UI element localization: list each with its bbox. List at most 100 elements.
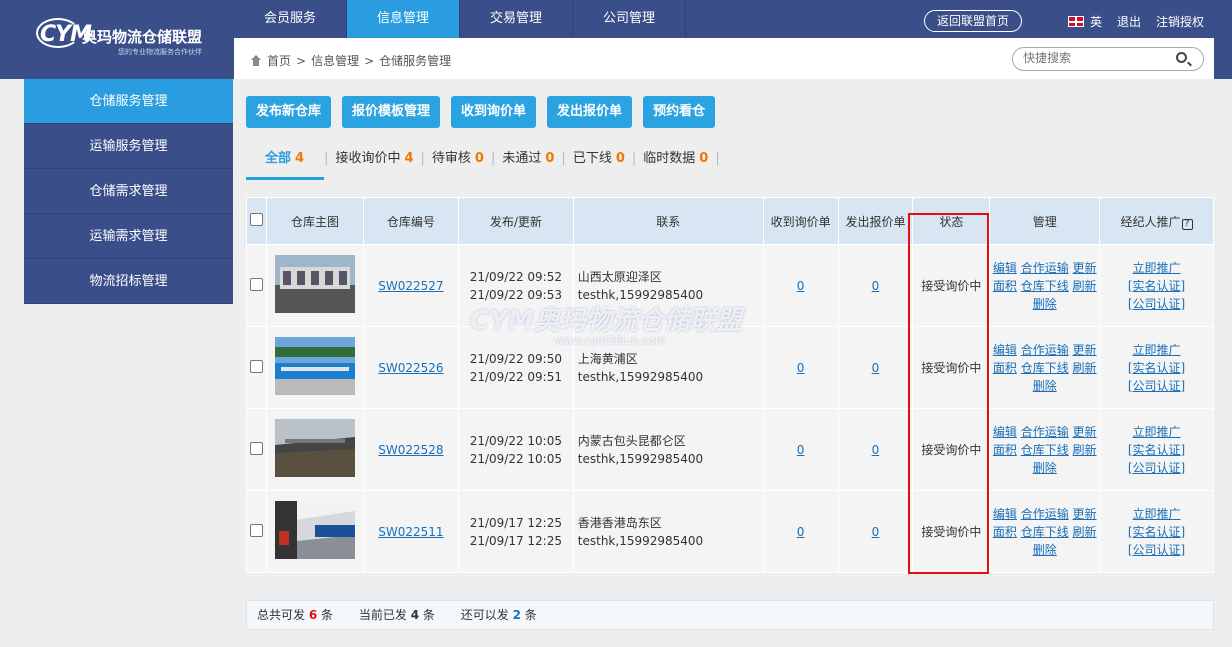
tab-receiving-inquiries[interactable]: 接收询价中 4 (328, 150, 420, 180)
breadcrumb-home[interactable]: 首页 (267, 52, 291, 69)
warehouse-code-link[interactable]: SW022527 (378, 279, 443, 293)
nav-company-management[interactable]: 公司管理 (573, 0, 686, 38)
area-link[interactable]: 面积 (993, 361, 1017, 375)
table-row: SW022526 21/09/22 09:50 21/09/22 09:51 上海… (246, 326, 1214, 409)
help-icon[interactable]: ? (1181, 218, 1193, 230)
refresh-link[interactable]: 刷新 (1073, 279, 1097, 293)
inquiries-count-link[interactable]: 0 (797, 361, 805, 375)
realname-auth-link[interactable]: [实名认证] (1128, 361, 1185, 375)
row-checkbox[interactable] (249, 523, 263, 537)
offline-link[interactable]: 仓库下线 (1021, 279, 1069, 293)
warehouse-code-link[interactable]: SW022526 (378, 361, 443, 375)
sidebar-item-transport-demand[interactable]: 运输需求管理 (24, 214, 233, 259)
quotes-count-link[interactable]: 0 (872, 361, 880, 375)
logo-slogan: 您的专业物流服务合作伙伴 (118, 48, 202, 56)
publish-warehouse-button[interactable]: 发布新仓库 (246, 96, 332, 128)
company-auth-link[interactable]: [公司认证] (1128, 543, 1185, 557)
nav-member-services[interactable]: 会员服务 (234, 0, 347, 38)
area-link[interactable]: 面积 (993, 525, 1017, 539)
promote-link[interactable]: 立即推广 (1133, 507, 1181, 521)
warehouse-thumbnail[interactable] (274, 255, 355, 313)
update-link[interactable]: 更新 (1073, 425, 1097, 439)
coop-transport-link[interactable]: 合作运输 (1021, 507, 1069, 521)
sidebar-item-warehouse-services[interactable]: 仓储服务管理 (24, 79, 233, 124)
search-icon[interactable] (1176, 52, 1187, 63)
uk-flag-icon (1068, 16, 1084, 27)
sent-quotes-button[interactable]: 发出报价单 (547, 96, 633, 128)
coop-transport-link[interactable]: 合作运输 (1021, 425, 1069, 439)
sidebar-item-transport-services[interactable]: 运输服务管理 (24, 124, 233, 169)
search-input[interactable] (1023, 51, 1173, 65)
sidebar-item-warehouse-demand[interactable]: 仓储需求管理 (24, 169, 233, 214)
tab-offline[interactable]: 已下线 0 (566, 150, 632, 180)
warehouse-thumbnail[interactable] (274, 419, 355, 477)
warehouse-code-link[interactable]: SW022511 (378, 525, 443, 539)
update-link[interactable]: 更新 (1073, 261, 1097, 275)
updated-time: 21/09/22 10:05 (469, 451, 562, 466)
offline-link[interactable]: 仓库下线 (1021, 525, 1069, 539)
tab-pending-review[interactable]: 待审核 0 (425, 150, 491, 180)
received-inquiries-button[interactable]: 收到询价单 (451, 96, 537, 128)
logo[interactable]: CYM 奥玛物流仓储联盟 您的专业物流服务合作伙伴 (0, 0, 234, 79)
refresh-link[interactable]: 刷新 (1073, 525, 1097, 539)
warehouse-thumbnail[interactable] (274, 337, 355, 395)
warehouse-thumbnail[interactable] (274, 501, 355, 559)
promote-link[interactable]: 立即推广 (1133, 261, 1181, 275)
tab-temp-data[interactable]: 临时数据 0 (636, 150, 715, 180)
quotes-count-link[interactable]: 0 (872, 443, 880, 457)
quote-template-button[interactable]: 报价模板管理 (342, 96, 441, 128)
promote-link[interactable]: 立即推广 (1133, 425, 1181, 439)
realname-auth-link[interactable]: [实名认证] (1128, 525, 1185, 539)
edit-link[interactable]: 编辑 (993, 425, 1017, 439)
select-all-cell (246, 197, 267, 245)
coop-transport-link[interactable]: 合作运输 (1021, 261, 1069, 275)
nav-trade-management[interactable]: 交易管理 (460, 0, 573, 38)
delete-link[interactable]: 删除 (1033, 461, 1057, 475)
company-auth-link[interactable]: [公司认证] (1128, 379, 1185, 393)
tab-all[interactable]: 全部 4 (246, 150, 325, 180)
row-checkbox[interactable] (249, 359, 263, 373)
inquiries-count-link[interactable]: 0 (797, 443, 805, 457)
logout-link[interactable]: 退出 (1117, 13, 1141, 30)
realname-auth-link[interactable]: [实名认证] (1128, 443, 1185, 457)
delete-link[interactable]: 删除 (1033, 543, 1057, 557)
updated-time: 21/09/17 12:25 (469, 533, 562, 548)
quotes-count-link[interactable]: 0 (872, 279, 880, 293)
back-to-home-button[interactable]: 返回联盟首页 (924, 10, 1022, 32)
row-checkbox[interactable] (249, 441, 263, 455)
quota-summary: 总共可发 6 条 当前已发 4 条 还可以发 2 条 (246, 600, 1214, 630)
inquiries-count-link[interactable]: 0 (797, 525, 805, 539)
update-link[interactable]: 更新 (1073, 507, 1097, 521)
realname-auth-link[interactable]: [实名认证] (1128, 279, 1185, 293)
quotes-count-link[interactable]: 0 (872, 525, 880, 539)
area-link[interactable]: 面积 (993, 443, 1017, 457)
promote-link[interactable]: 立即推广 (1133, 343, 1181, 357)
area-link[interactable]: 面积 (993, 279, 1017, 293)
tab-rejected[interactable]: 未通过 0 (495, 150, 561, 180)
row-checkbox[interactable] (249, 277, 263, 291)
cancel-auth-link[interactable]: 注销授权 (1156, 13, 1204, 30)
edit-link[interactable]: 编辑 (993, 507, 1017, 521)
breadcrumb-info-management[interactable]: 信息管理 (311, 52, 359, 69)
col-inquiries: 收到询价单 (762, 197, 839, 245)
select-all-checkbox[interactable] (249, 213, 263, 226)
sidebar-item-logistics-tender[interactable]: 物流招标管理 (24, 259, 233, 304)
offline-link[interactable]: 仓库下线 (1021, 361, 1069, 375)
coop-transport-link[interactable]: 合作运输 (1021, 343, 1069, 357)
offline-link[interactable]: 仓库下线 (1021, 443, 1069, 457)
company-auth-link[interactable]: [公司认证] (1128, 461, 1185, 475)
inquiries-count-link[interactable]: 0 (797, 279, 805, 293)
delete-link[interactable]: 删除 (1033, 297, 1057, 311)
edit-link[interactable]: 编辑 (993, 343, 1017, 357)
edit-link[interactable]: 编辑 (993, 261, 1017, 275)
book-visit-button[interactable]: 预约看仓 (643, 96, 716, 128)
language-switch[interactable]: 英 (1068, 13, 1102, 30)
warehouse-code-link[interactable]: SW022528 (378, 443, 443, 457)
delete-link[interactable]: 删除 (1033, 379, 1057, 393)
refresh-link[interactable]: 刷新 (1073, 443, 1097, 457)
update-link[interactable]: 更新 (1073, 343, 1097, 357)
refresh-link[interactable]: 刷新 (1073, 361, 1097, 375)
published-time: 21/09/17 12:25 (469, 515, 562, 530)
nav-info-management[interactable]: 信息管理 (347, 0, 460, 38)
company-auth-link[interactable]: [公司认证] (1128, 297, 1185, 311)
